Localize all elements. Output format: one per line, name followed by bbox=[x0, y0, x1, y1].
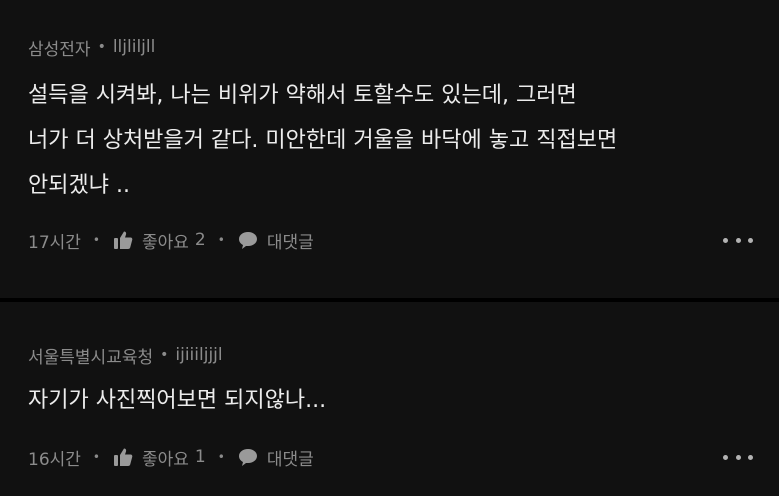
separator-dot: • bbox=[92, 233, 100, 247]
comment-line: 너가 더 상처받을거 같다. 미안한데 거울을 바닥에 놓고 직접보면 bbox=[28, 128, 618, 153]
thumbs-up-icon bbox=[112, 446, 134, 468]
comment-body: 설득을 시켜봐, 나는 비위가 약해서 토할수도 있는데, 그러면 너가 더 상… bbox=[28, 73, 751, 208]
separator-dot: • bbox=[92, 450, 100, 464]
like-label: 좋아요 bbox=[142, 232, 189, 253]
comment-time: 17시간 bbox=[28, 232, 81, 253]
comment-meta: 16시간 • 좋아요 1 • 대댓글 bbox=[28, 445, 753, 470]
like-label: 좋아요 bbox=[142, 449, 189, 470]
comment-feed: 삼성전자 • lljliljll 설득을 시켜봐, 나는 비위가 약해서 토할수… bbox=[0, 0, 779, 496]
reply-button[interactable]: 대댓글 bbox=[237, 228, 314, 253]
comment-meta: 17시간 • 좋아요 2 • 대댓글 bbox=[28, 228, 753, 253]
comment-author-line: 서울특별시교육청 • ijiiiljjjl bbox=[28, 343, 751, 368]
reply-label: 대댓글 bbox=[266, 449, 314, 470]
more-dots-icon[interactable] bbox=[723, 230, 753, 250]
comment-author-line: 삼성전자 • lljliljll bbox=[28, 35, 751, 60]
author-name[interactable]: 삼성전자 bbox=[28, 35, 91, 60]
reply-label: 대댓글 bbox=[266, 232, 314, 253]
author-nickname[interactable]: lljliljll bbox=[113, 37, 156, 57]
reply-button[interactable]: 대댓글 bbox=[237, 445, 314, 470]
thumbs-up-icon bbox=[112, 229, 134, 251]
separator-dot: • bbox=[217, 450, 225, 464]
comment-card: 서울특별시교육청 • ijiiiljjjl 자기가 사진찍어보면 되지않나...… bbox=[0, 302, 779, 496]
author-name[interactable]: 서울특별시교육청 bbox=[28, 343, 153, 368]
comment-body: 자기가 사진찍어보면 되지않나... bbox=[28, 378, 751, 423]
like-button[interactable]: 좋아요 2 bbox=[112, 228, 206, 253]
comment-line: 설득을 시켜봐, 나는 비위가 약해서 토할수도 있는데, 그러면 bbox=[28, 83, 577, 108]
speech-bubble-icon bbox=[237, 229, 259, 251]
separator-dot: • bbox=[160, 347, 169, 363]
like-count: 2 bbox=[194, 230, 206, 250]
more-dots-icon[interactable] bbox=[723, 447, 753, 467]
comment-card: 삼성전자 • lljliljll 설득을 시켜봐, 나는 비위가 약해서 토할수… bbox=[0, 0, 779, 298]
comment-line: 안되겠냐 .. bbox=[28, 173, 130, 198]
comment-time: 16시간 bbox=[28, 449, 81, 470]
like-button[interactable]: 좋아요 1 bbox=[112, 445, 206, 470]
like-count: 1 bbox=[194, 447, 206, 467]
separator-dot: • bbox=[217, 233, 225, 247]
speech-bubble-icon bbox=[237, 446, 259, 468]
comment-line: 자기가 사진찍어보면 되지않나... bbox=[28, 388, 327, 413]
author-nickname[interactable]: ijiiiljjjl bbox=[175, 345, 222, 365]
separator-dot: • bbox=[97, 39, 106, 55]
